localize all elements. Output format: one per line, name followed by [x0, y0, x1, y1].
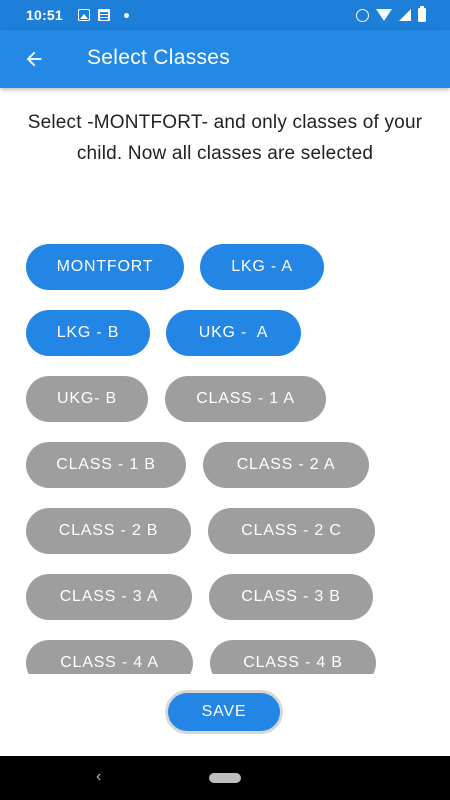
- class-chip-class-2b[interactable]: CLASS - 2 B: [26, 508, 191, 554]
- nav-back-icon[interactable]: ‹: [96, 768, 101, 786]
- alarm-icon: [356, 8, 369, 22]
- arrow-left-icon: [26, 51, 42, 67]
- class-chip-lkg-a[interactable]: LKG - A: [200, 244, 324, 290]
- status-time: 10:51: [26, 7, 63, 23]
- nav-home-pill-icon[interactable]: [209, 773, 241, 783]
- class-chip-class-2c[interactable]: CLASS - 2 C: [208, 508, 375, 554]
- signal-icon: [399, 9, 411, 21]
- back-button[interactable]: [18, 43, 50, 75]
- class-chip-class-4a[interactable]: CLASS - 4 A: [26, 640, 193, 674]
- class-chip-class-4b[interactable]: CLASS - 4 B: [210, 640, 376, 674]
- save-button-wrap: SAVE: [165, 690, 283, 734]
- news-icon: [98, 9, 110, 21]
- status-bar: 10:51: [0, 0, 450, 30]
- status-right-icons: [356, 6, 426, 22]
- class-chip-ukg-b[interactable]: UKG- B: [26, 376, 148, 422]
- save-button[interactable]: SAVE: [168, 693, 280, 731]
- status-left-icons: [78, 9, 129, 21]
- class-chip-montfort[interactable]: MONTFORT: [26, 244, 184, 290]
- instruction-text: Select -MONTFORT- and only classes of yo…: [27, 112, 423, 164]
- class-chip-class-1b[interactable]: CLASS - 1 B: [26, 442, 186, 488]
- class-chip-class-2a[interactable]: CLASS - 2 A: [203, 442, 369, 488]
- system-nav-bar: ‹: [0, 756, 450, 800]
- class-chip-lkg-b[interactable]: LKG - B: [26, 310, 150, 356]
- app-bar: Select Classes: [0, 30, 450, 88]
- dot-icon: [124, 12, 129, 18]
- class-chip-ukg-a[interactable]: UKG - A: [166, 310, 301, 356]
- image-icon: [78, 9, 90, 21]
- class-chip-class-3b[interactable]: CLASS - 3 B: [209, 574, 373, 620]
- class-chip-class-3a[interactable]: CLASS - 3 A: [26, 574, 192, 620]
- battery-icon: [418, 6, 426, 22]
- class-chip-class-1a[interactable]: CLASS - 1 A: [165, 376, 326, 422]
- page-title: Select Classes: [87, 46, 231, 69]
- wifi-icon: [376, 9, 392, 21]
- class-chip-list: MONTFORT LKG - A LKG - B UKG - A UKG- B …: [0, 236, 450, 674]
